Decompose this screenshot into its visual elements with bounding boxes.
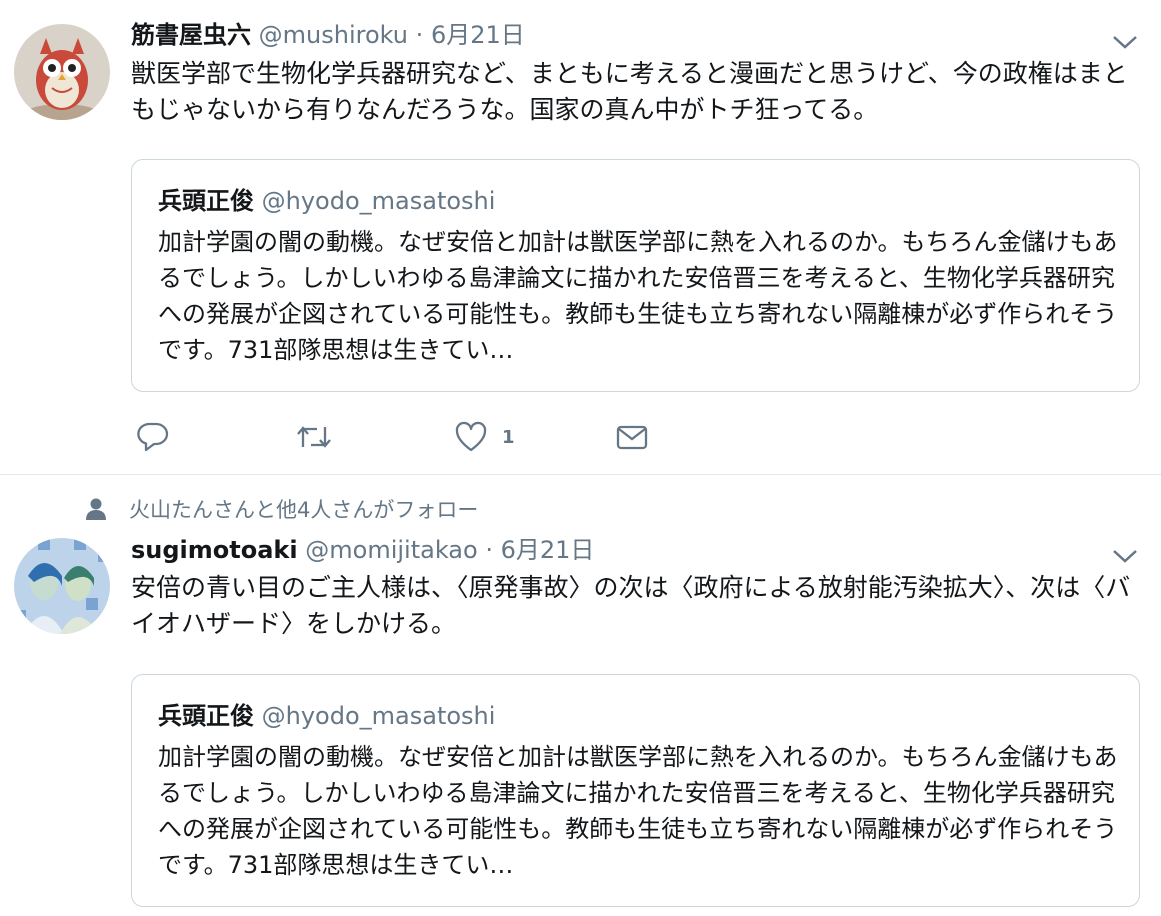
quoted-author-handle: @hyodo_masatoshi (261, 702, 496, 730)
quoted-header: 兵頭正俊 @hyodo_masatoshi (158, 701, 495, 731)
avatar[interactable] (14, 24, 110, 120)
like-button[interactable]: 1 (454, 417, 515, 457)
tweet-1[interactable]: 筋書屋虫六 @mushiroku · 6月21日 獣医学部で生物化学兵器研究など… (0, 0, 1161, 474)
author-name[interactable]: sugimotoaki (131, 536, 298, 564)
author-handle[interactable]: @mushiroku (259, 21, 408, 49)
quoted-text: 加計学園の闇の動機。なぜ安倍と加計は獣医学部に熱を入れるのか。もちろん金儲けもあ… (158, 743, 1118, 879)
artwork-avatar-icon (14, 538, 110, 634)
retweet-button[interactable] (295, 417, 333, 457)
author-handle[interactable]: @momijitakao (305, 536, 477, 564)
chevron-down-icon[interactable] (1111, 32, 1139, 52)
tweet-header: 筋書屋虫六 @mushiroku · 6月21日 (131, 20, 525, 50)
tweet-header: sugimotoaki @momijitakao · 6月21日 (131, 535, 594, 565)
heart-icon (455, 421, 487, 452)
quoted-header: 兵頭正俊 @hyodo_masatoshi (158, 186, 495, 216)
direct-message-button[interactable] (615, 417, 649, 457)
retweet-icon (297, 426, 331, 448)
separator-dot: · (485, 536, 493, 564)
tweet-2[interactable]: sugimotoaki @momijitakao · 6月21日 安倍の青い目の… (0, 474, 1161, 916)
tweet-date[interactable]: 6月21日 (431, 21, 525, 49)
quoted-author-handle: @hyodo_masatoshi (261, 187, 496, 215)
reply-button[interactable] (136, 417, 170, 457)
quoted-text: 加計学園の闇の動機。なぜ安倍と加計は獣医学部に熱を入れるのか。もちろん金儲けもあ… (158, 228, 1118, 364)
author-name[interactable]: 筋書屋虫六 (131, 21, 251, 49)
tweet-date[interactable]: 6月21日 (501, 536, 595, 564)
tweet-text: 安倍の青い目のご主人様は、〈原発事故〉の次は〈政府による放射能汚染拡大〉、次は〈… (131, 573, 1131, 638)
message-icon (616, 425, 648, 450)
quoted-tweet[interactable]: 兵頭正俊 @hyodo_masatoshi 加計学園の闇の動機。なぜ安倍と加計は… (131, 159, 1140, 392)
quoted-tweet[interactable]: 兵頭正俊 @hyodo_masatoshi 加計学園の闇の動機。なぜ安倍と加計は… (131, 674, 1140, 907)
like-count: 1 (502, 426, 515, 448)
reply-icon (137, 422, 169, 452)
owl-doll-avatar-icon (14, 24, 110, 120)
tweet-actions: 1 (131, 417, 731, 457)
chevron-down-icon[interactable] (1111, 546, 1139, 566)
quoted-author-name: 兵頭正俊 (158, 702, 254, 730)
separator-dot: · (415, 21, 424, 49)
avatar[interactable] (14, 538, 110, 634)
quoted-author-name: 兵頭正俊 (158, 187, 254, 215)
tweet-text: 獣医学部で生物化学兵器研究など、まともに考えると漫画だと思うけど、今の政権はまと… (131, 59, 1128, 124)
